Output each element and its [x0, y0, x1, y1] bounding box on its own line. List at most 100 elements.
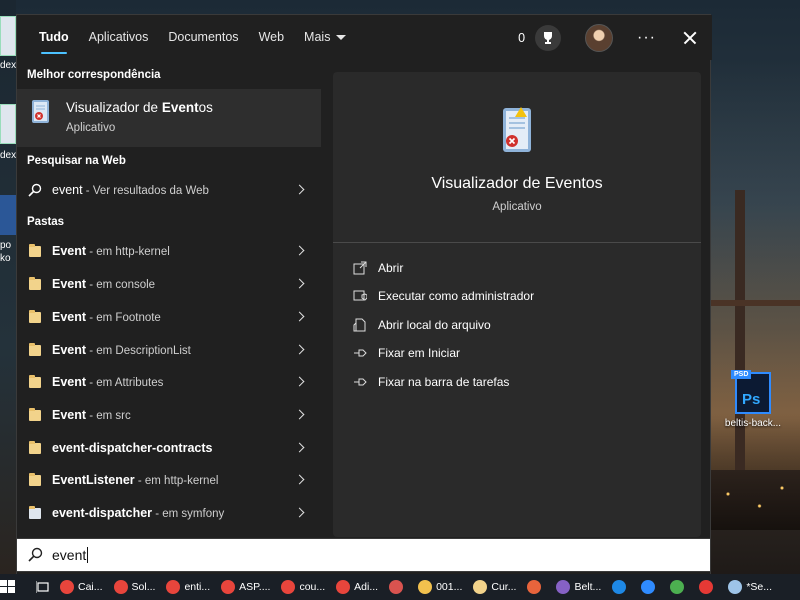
taskbar-app-0[interactable]: Cai... [56, 574, 107, 600]
open-file-location-action[interactable]: Abrir local do arquivo [353, 314, 491, 336]
folder-row[interactable]: event-dispatcher - em symfony [17, 497, 321, 529]
best-match-heading: Melhor correspondência [27, 69, 161, 81]
header-actions: 0 ··· [518, 15, 702, 60]
tab-web[interactable]: Web [249, 15, 294, 60]
psd-file-label: beltis-back... [724, 418, 782, 429]
app-icon [699, 580, 714, 594]
taskbar-app-6[interactable] [385, 574, 411, 600]
task-view-icon[interactable] [36, 580, 50, 594]
taskbar-app-label: 001... [436, 581, 463, 593]
run-as-admin-action[interactable]: Executar como administrador [353, 285, 534, 307]
event-viewer-icon [503, 107, 531, 152]
desktop-icon-1-label: dex [0, 60, 16, 71]
folder-row[interactable]: Event - em http-kernel [17, 235, 321, 267]
pin-icon [354, 378, 367, 386]
web-search-heading: Pesquisar na Web [27, 155, 126, 167]
city-lights [710, 470, 800, 530]
taskbar-app-4[interactable]: cou... [277, 574, 329, 600]
taskbar-app-label: ASP.... [239, 581, 271, 593]
tab-more-label: Mais [304, 30, 331, 44]
preview-divider [333, 242, 701, 243]
web-result-row[interactable]: event - Ver resultados da Web [17, 174, 321, 206]
taskbar-app-13[interactable] [666, 574, 692, 600]
best-match-item[interactable]: Visualizador de Eventos Aplicativo [17, 89, 321, 147]
app-icon [336, 580, 351, 594]
folder-icon [29, 309, 41, 323]
chevron-right-icon[interactable] [294, 376, 305, 387]
pin-to-taskbar-action[interactable]: Fixar na barra de tarefas [353, 371, 509, 393]
chevron-right-icon[interactable] [294, 442, 305, 453]
preview-subtitle: Aplicativo [492, 201, 542, 213]
word-doc-icon[interactable] [0, 195, 16, 235]
bridge-tower [735, 190, 745, 490]
pin-to-start-label: Fixar em Iniciar [378, 346, 461, 360]
app-icon [418, 580, 433, 594]
search-input[interactable]: event [16, 538, 711, 572]
chevron-right-icon[interactable] [294, 311, 305, 322]
app-icon [281, 580, 296, 594]
folder-row[interactable]: Event - em Attributes [17, 366, 321, 398]
chevron-down-icon [336, 35, 347, 41]
taskbar-app-label: *Se... [746, 581, 773, 593]
search-input-value: event [52, 547, 87, 563]
tab-apps[interactable]: Aplicativos [79, 15, 159, 60]
chevron-right-icon[interactable] [294, 278, 305, 289]
chevron-right-icon[interactable] [294, 507, 305, 518]
search-window: Tudo Aplicativos Documentos Web Mais 0 ·… [16, 14, 712, 578]
folder-icon [29, 472, 41, 486]
chevron-right-icon[interactable] [294, 474, 305, 485]
avatar[interactable] [585, 23, 614, 52]
folder-row[interactable]: event-dispatcher-contracts [17, 432, 321, 464]
rewards-points: 0 [518, 30, 526, 45]
folder-row[interactable]: Event - em DescriptionList [17, 334, 321, 366]
run-as-admin-label: Executar como administrador [378, 289, 535, 303]
ps-glyph: Ps [742, 391, 761, 408]
chevron-right-icon[interactable] [294, 409, 305, 420]
taskbar-app-15[interactable]: *Se... [724, 574, 776, 600]
taskbar-app-10[interactable]: Belt... [552, 574, 605, 600]
desktop-icon-3-label: po [0, 240, 12, 251]
search-icon [28, 547, 43, 562]
app-icon [221, 580, 236, 594]
folder-row[interactable]: Event - em console [17, 268, 321, 300]
tab-documents[interactable]: Documentos [158, 15, 248, 60]
app-icon [389, 580, 404, 594]
taskbar-app-7[interactable]: 001... [414, 574, 466, 600]
folder-icon [29, 407, 41, 421]
folder-row[interactable]: EventListener - em http-kernel [17, 464, 321, 496]
taskbar-app-3[interactable]: ASP.... [217, 574, 274, 600]
web-result-text: event - Ver resultados da Web [52, 183, 209, 197]
psd-tag: PSD [731, 370, 752, 379]
taskbar-app-5[interactable]: Adi... [332, 574, 382, 600]
taskbar-app-1[interactable]: Sol... [110, 574, 160, 600]
close-icon[interactable] [678, 26, 702, 50]
trophy-icon[interactable] [535, 24, 562, 51]
windows-start-icon[interactable] [0, 579, 16, 595]
taskbar-app-2[interactable]: enti... [162, 574, 214, 600]
folder-icon [29, 374, 41, 388]
chevron-right-icon[interactable] [294, 344, 305, 355]
taskbar-app-label: cou... [299, 581, 326, 593]
chevron-right-icon[interactable] [294, 245, 305, 256]
pin-to-start-action[interactable]: Fixar em Iniciar [353, 342, 460, 364]
bridge-deck [705, 300, 800, 306]
taskbar-app-8[interactable]: Cur... [469, 574, 520, 600]
app-icon [166, 580, 181, 594]
desktop-icon-2[interactable] [0, 104, 16, 144]
taskbar-apps: Cai... Sol... enti... ASP.... cou... Adi... 00… [56, 574, 779, 600]
tab-more[interactable]: Mais [294, 15, 356, 60]
taskbar-app-9[interactable] [523, 574, 549, 600]
desktop-psd-file[interactable]: PSD Ps beltis-back... [718, 370, 788, 429]
taskbar-app-12[interactable] [637, 574, 663, 600]
taskbar-app-11[interactable] [608, 574, 634, 600]
taskbar-app-label: Cai... [78, 581, 103, 593]
chevron-right-icon[interactable] [294, 184, 305, 195]
more-options-button[interactable]: ··· [637, 29, 656, 47]
pin-icon [354, 349, 367, 357]
open-action[interactable]: Abrir [353, 257, 403, 279]
folder-row[interactable]: Event - em src [17, 399, 321, 431]
taskbar-app-14[interactable] [695, 574, 721, 600]
desktop-icon-1[interactable] [0, 16, 16, 56]
folder-row[interactable]: Event - em Footnote [17, 301, 321, 333]
tab-all[interactable]: Tudo [29, 15, 79, 60]
